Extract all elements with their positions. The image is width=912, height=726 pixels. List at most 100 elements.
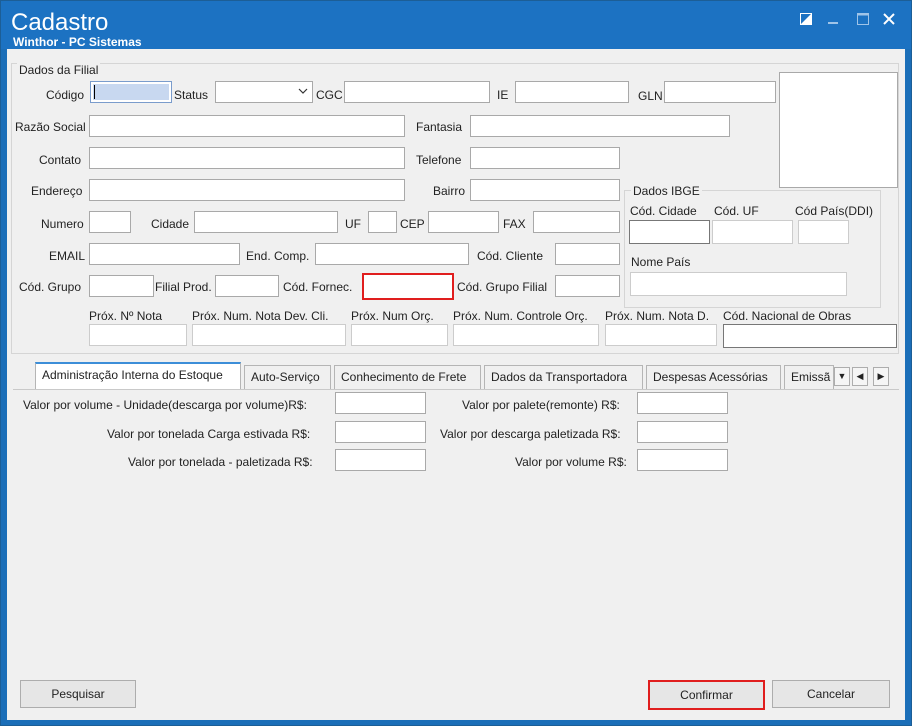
valor-tonelada-estivada-input[interactable] <box>335 421 426 443</box>
fantasia-label: Fantasia <box>416 120 463 134</box>
tab-despesas-acessorias[interactable]: Despesas Acessórias <box>646 365 781 389</box>
prox-nota-dev-input[interactable] <box>192 324 346 346</box>
contato-label: Contato <box>39 153 82 167</box>
separator <box>11 353 899 354</box>
codigo-label: Código <box>46 88 85 102</box>
tab-auto-servico[interactable]: Auto-Serviço <box>244 365 331 389</box>
confirmar-button[interactable]: Confirmar <box>648 680 765 710</box>
filial-prod-input[interactable] <box>215 275 279 297</box>
tab-panel-border <box>13 389 899 391</box>
nome-pais-label: Nome País <box>631 255 691 269</box>
cod-cliente-label: Cód. Cliente <box>477 249 544 263</box>
prox-controle-orc-label: Próx. Num. Controle Orç. <box>453 309 588 323</box>
prox-nota-d-input[interactable] <box>605 324 717 346</box>
razao-social-label: Razão Social <box>15 120 86 134</box>
end-comp-input[interactable] <box>315 243 469 265</box>
cod-pais-label: Cód País(DDI) <box>795 204 874 218</box>
tab-administracao[interactable]: Administração Interna do Estoque <box>35 362 241 389</box>
cod-uf-input[interactable] <box>712 220 793 244</box>
tab-emissao[interactable]: Emissã <box>784 365 834 389</box>
bairro-input[interactable] <box>470 179 620 201</box>
prox-nota-input[interactable] <box>89 324 187 346</box>
cidade-input[interactable] <box>194 211 338 233</box>
valor-volume-input[interactable] <box>637 449 728 471</box>
cod-obras-label: Cód. Nacional de Obras <box>723 309 852 323</box>
cod-fornec-label: Cód. Fornec. <box>283 280 353 294</box>
status-select[interactable] <box>215 81 313 103</box>
razao-social-input[interactable] <box>89 115 405 137</box>
numero-label: Numero <box>41 217 84 231</box>
minimize-icon[interactable] <box>823 9 843 29</box>
email-label: EMAIL <box>49 249 86 263</box>
cod-uf-label: Cód. UF <box>714 204 759 218</box>
endereco-input[interactable] <box>89 179 405 201</box>
prox-nota-label: Próx. Nº Nota <box>89 309 163 323</box>
fax-input[interactable] <box>533 211 620 233</box>
valor-tonelada-paletizada-label: Valor por tonelada - paletizada R$: <box>128 455 313 469</box>
cidade-label: Cidade <box>151 217 190 231</box>
prox-nota-d-label: Próx. Num. Nota D. <box>605 309 710 323</box>
email-input[interactable] <box>89 243 240 265</box>
endereco-label: Endereço <box>31 184 83 198</box>
pesquisar-button[interactable]: Pesquisar <box>20 680 136 708</box>
cep-input[interactable] <box>428 211 499 233</box>
gln-input[interactable] <box>664 81 776 103</box>
prox-controle-orc-input[interactable] <box>453 324 599 346</box>
nome-pais-input[interactable] <box>630 272 847 296</box>
valor-volume-unidade-label: Valor por volume - Unidade(descarga por … <box>23 398 307 412</box>
valor-tonelada-paletizada-input[interactable] <box>335 449 426 471</box>
cep-label: CEP <box>400 217 425 231</box>
cgc-label: CGC <box>316 88 343 102</box>
valor-palete-label: Valor por palete(remonte) R$: <box>462 398 620 412</box>
prox-orc-input[interactable] <box>351 324 448 346</box>
cod-cidade-input[interactable] <box>629 220 710 244</box>
telefone-input[interactable] <box>470 147 620 169</box>
valor-palete-input[interactable] <box>637 392 728 414</box>
valor-tonelada-estivada-label: Valor por tonelada Carga estivada R$: <box>107 427 311 441</box>
filial-prod-label: Filial Prod. <box>155 280 212 294</box>
prox-nota-dev-label: Próx. Num. Nota Dev. Cli. <box>192 309 329 323</box>
valor-volume-unidade-input[interactable] <box>335 392 426 414</box>
restore-icon[interactable] <box>796 9 816 29</box>
tab-dropdown-icon[interactable]: ▼ <box>834 367 850 386</box>
chevron-left-icon[interactable]: ◀ <box>852 367 868 386</box>
logo-image-box[interactable] <box>779 72 898 188</box>
maximize-icon[interactable] <box>853 9 873 29</box>
bairro-label: Bairro <box>433 184 466 198</box>
cod-fornec-input[interactable] <box>362 273 454 300</box>
fantasia-input[interactable] <box>470 115 730 137</box>
cod-grupo-input[interactable] <box>89 275 154 297</box>
chevron-right-icon[interactable]: ▶ <box>873 367 889 386</box>
tab-conhecimento-frete[interactable]: Conhecimento de Frete <box>334 365 481 389</box>
window-title: Cadastro <box>11 9 109 36</box>
valor-volume-label: Valor por volume R$: <box>515 455 627 469</box>
gln-label: GLN <box>638 89 663 103</box>
codigo-input[interactable] <box>90 81 172 103</box>
valor-descarga-paletizada-input[interactable] <box>637 421 728 443</box>
chevron-down-icon <box>298 85 308 100</box>
status-label: Status <box>174 88 209 102</box>
cod-grupo-filial-input[interactable] <box>555 275 620 297</box>
dados-filial-title: Dados da Filial <box>17 63 101 77</box>
telefone-label: Telefone <box>416 153 462 167</box>
uf-input[interactable] <box>368 211 397 233</box>
cod-cliente-input[interactable] <box>555 243 620 265</box>
window-subtitle: Winthor - PC Sistemas <box>13 35 142 49</box>
tab-dados-transportadora[interactable]: Dados da Transportadora <box>484 365 643 389</box>
prox-orc-label: Próx. Num Orç. <box>351 309 434 323</box>
application-window: Cadastro Winthor - PC Sistemas Dados da … <box>0 0 912 726</box>
close-icon[interactable] <box>879 9 899 29</box>
title-bar: Cadastro Winthor - PC Sistemas <box>1 1 911 49</box>
cod-grupo-label: Cód. Grupo <box>19 280 82 294</box>
contato-input[interactable] <box>89 147 405 169</box>
cancelar-button[interactable]: Cancelar <box>772 680 890 708</box>
cod-grupo-filial-label: Cód. Grupo Filial <box>457 280 548 294</box>
cod-obras-input[interactable] <box>723 324 897 348</box>
cod-cidade-label: Cód. Cidade <box>630 204 697 218</box>
cgc-input[interactable] <box>344 81 490 103</box>
cod-pais-input[interactable] <box>798 220 849 244</box>
ie-label: IE <box>497 88 509 102</box>
numero-input[interactable] <box>89 211 131 233</box>
ie-input[interactable] <box>515 81 629 103</box>
fax-label: FAX <box>503 217 526 231</box>
